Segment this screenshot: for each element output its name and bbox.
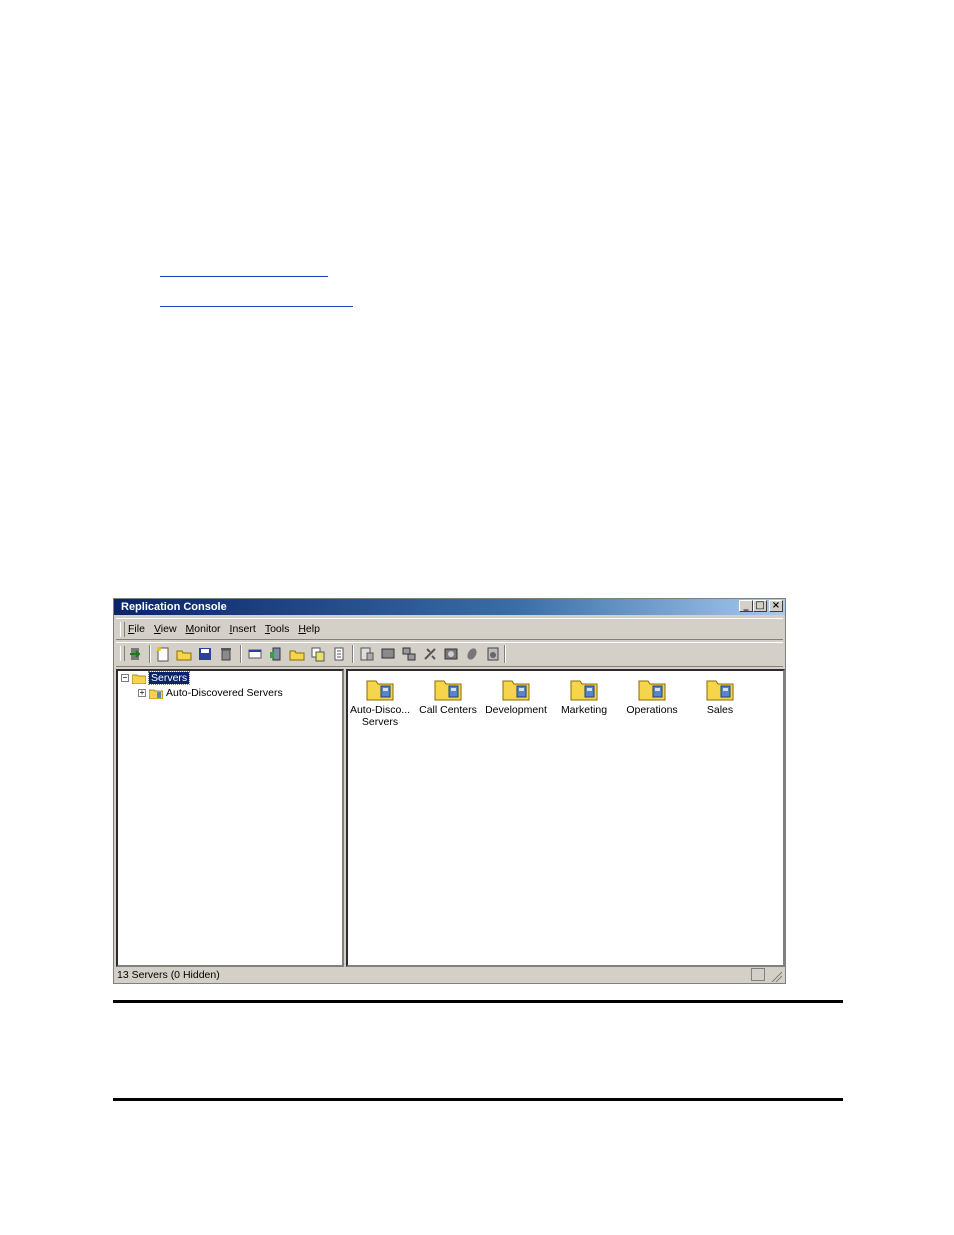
menu-tools[interactable]: Tools — [265, 623, 290, 635]
servers-folder-icon — [131, 673, 147, 684]
folder-item-label: Operations — [626, 704, 678, 716]
expand-toggle[interactable]: + — [138, 689, 146, 697]
menu-insert[interactable]: Insert — [230, 623, 256, 635]
folder-item[interactable]: Marketing — [550, 677, 618, 716]
server-folder-icon — [570, 677, 598, 701]
maximize-button[interactable]: □ — [753, 600, 767, 612]
monitor-icon[interactable] — [380, 646, 396, 662]
menu-help[interactable]: Help — [298, 623, 320, 635]
save-icon[interactable] — [197, 646, 213, 662]
folder-item-label: Call Centers — [419, 704, 477, 716]
folder-item-label: Auto-Disco... Servers — [349, 704, 411, 728]
document-link-1[interactable] — [160, 264, 328, 277]
folder-item[interactable]: Operations — [618, 677, 686, 716]
toolbar — [116, 642, 783, 667]
menu-monitor[interactable]: Monitor — [186, 623, 221, 635]
minimize-button[interactable]: _ — [739, 600, 753, 612]
content-pane: Auto-Disco... Servers Call Centers Devel… — [346, 669, 785, 967]
title-bar: Replication Console _ □ × — [114, 599, 785, 615]
status-text: 13 Servers (0 Hidden) — [117, 969, 220, 981]
divider-top — [113, 1000, 843, 1003]
copy-icon[interactable] — [310, 646, 326, 662]
delete-icon[interactable] — [218, 646, 234, 662]
server-folder-icon — [434, 677, 462, 701]
open-icon[interactable] — [176, 646, 192, 662]
window-title: Replication Console — [121, 601, 227, 613]
folder-item-label: Sales — [706, 704, 734, 716]
status-bar: 13 Servers (0 Hidden) — [116, 967, 783, 983]
exit-icon[interactable] — [128, 646, 144, 662]
replication-console-window: Replication Console _ □ × File View Moni… — [113, 598, 786, 984]
view-icon[interactable] — [443, 646, 459, 662]
document-link-2[interactable] — [160, 294, 353, 307]
collapse-toggle[interactable]: − — [121, 674, 129, 682]
divider-bottom — [113, 1098, 843, 1101]
folder-item[interactable]: Development — [482, 677, 550, 716]
menu-bar: File View Monitor Insert Tools Help — [116, 618, 783, 640]
server-folder-icon — [148, 688, 164, 699]
details-icon[interactable] — [331, 646, 347, 662]
tree-item-label: Auto-Discovered Servers — [166, 687, 283, 699]
server-folder-icon — [502, 677, 530, 701]
server-folder-icon — [638, 677, 666, 701]
menu-grip[interactable] — [120, 622, 125, 637]
tree-pane[interactable]: − Servers + Auto-Discovered Servers — [116, 669, 344, 967]
menu-file[interactable]: File — [128, 623, 145, 635]
folder-item-label: Development — [485, 704, 547, 716]
properties-icon[interactable] — [247, 646, 263, 662]
report-icon[interactable] — [359, 646, 375, 662]
server-folder-icon — [366, 677, 394, 701]
new-icon[interactable] — [155, 646, 171, 662]
tree-item-auto-discovered-servers[interactable]: + Auto-Discovered Servers — [138, 687, 283, 699]
folder-icon[interactable] — [289, 646, 305, 662]
connect-icon[interactable] — [422, 646, 438, 662]
tree-item-servers[interactable]: − Servers — [121, 671, 191, 685]
close-button[interactable]: × — [769, 600, 783, 612]
plug-icon[interactable] — [464, 646, 480, 662]
menu-view[interactable]: View — [154, 623, 177, 635]
toolbar-grip[interactable] — [120, 646, 125, 661]
tree-item-label: Servers — [147, 671, 191, 685]
network-status-icon — [751, 968, 765, 981]
folder-item[interactable]: Call Centers — [414, 677, 482, 716]
folder-item[interactable]: Sales — [686, 677, 754, 716]
network-icon[interactable] — [401, 646, 417, 662]
server-icon[interactable] — [268, 646, 284, 662]
settings-icon[interactable] — [485, 646, 501, 662]
resize-grip-icon[interactable] — [770, 970, 782, 982]
folder-item[interactable]: Auto-Disco... Servers — [346, 677, 414, 728]
folder-item-label: Marketing — [560, 704, 608, 716]
server-folder-icon — [706, 677, 734, 701]
